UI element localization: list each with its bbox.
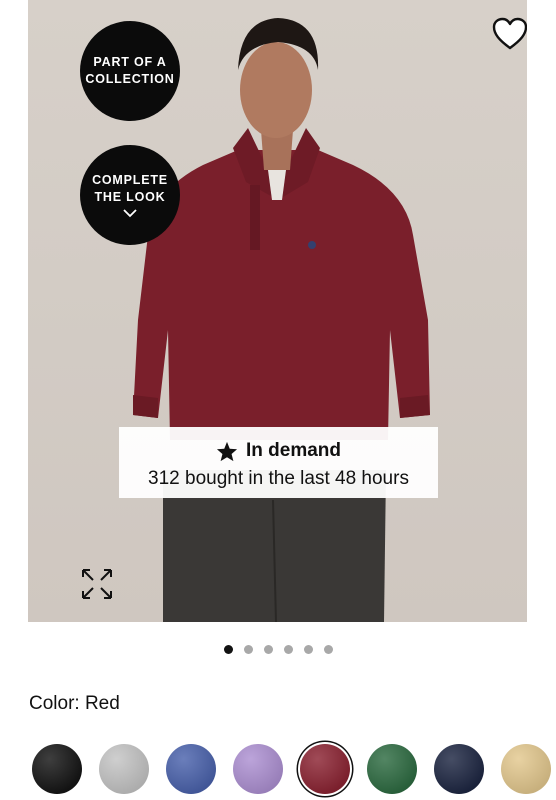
image-pagination	[0, 645, 556, 657]
star-icon	[216, 441, 238, 461]
swatch-red[interactable]	[300, 744, 350, 794]
pagination-dot[interactable]	[223, 645, 233, 654]
color-swatches	[0, 738, 556, 800]
pagination-dot[interactable]	[283, 645, 293, 654]
demand-subtitle: 312 bought in the last 48 hours	[148, 468, 409, 489]
collection-label-line2: COLLECTION	[85, 72, 175, 86]
swatch-navy[interactable]	[434, 744, 484, 794]
demand-title: In demand	[119, 440, 438, 462]
product-image[interactable]: PART OF A COLLECTION COMPLETE THE LOOK I…	[28, 0, 527, 622]
pagination-dot[interactable]	[263, 645, 273, 654]
heart-outline-icon[interactable]	[491, 16, 527, 52]
part-of-collection-button[interactable]: PART OF A COLLECTION	[80, 21, 180, 121]
swatch-blue[interactable]	[166, 744, 216, 794]
pagination-dot[interactable]	[303, 645, 313, 654]
demand-title-text: In demand	[245, 440, 341, 461]
look-label-line2: THE LOOK	[94, 190, 166, 204]
swatch-lavender[interactable]	[233, 744, 283, 794]
look-label-line1: COMPLETE	[92, 173, 168, 187]
pagination-dot[interactable]	[323, 645, 333, 654]
complete-the-look-button[interactable]: COMPLETE THE LOOK	[80, 145, 180, 245]
chevron-down-icon	[123, 209, 137, 218]
in-demand-badge: In demand 312 bought in the last 48 hour…	[119, 427, 438, 498]
expand-arrows-icon[interactable]	[80, 567, 114, 601]
swatch-tan[interactable]	[501, 744, 551, 794]
swatch-light-gray[interactable]	[99, 744, 149, 794]
collection-label-line1: PART OF A	[93, 55, 167, 69]
pagination-dot[interactable]	[243, 645, 253, 654]
color-label: Color: Red	[29, 693, 120, 714]
swatch-black[interactable]	[32, 744, 82, 794]
swatch-green[interactable]	[367, 744, 417, 794]
